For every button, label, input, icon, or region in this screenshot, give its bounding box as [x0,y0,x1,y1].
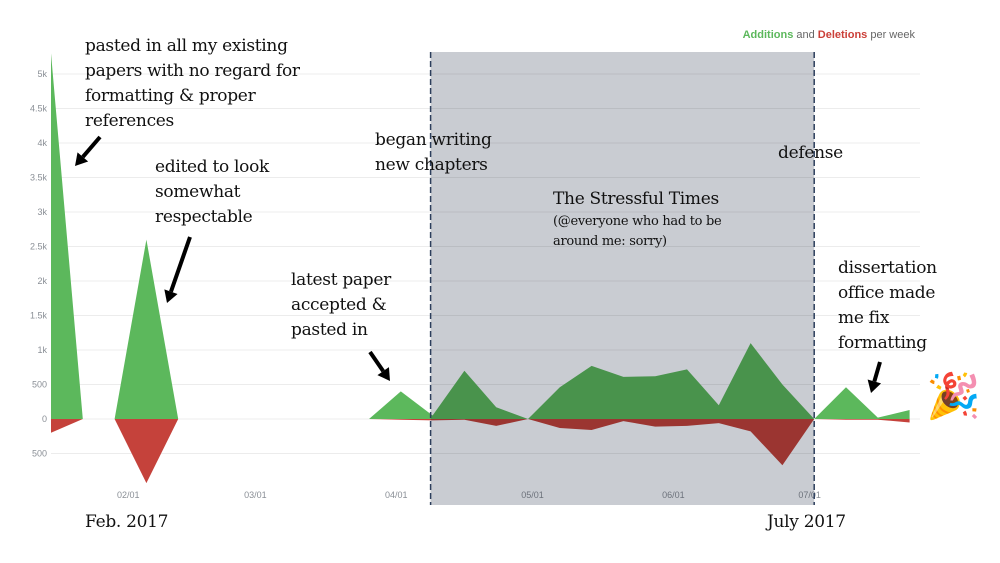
x-tick-label: 04/01 [385,490,408,500]
stressful-times-region [430,52,815,505]
annotation-stressful-title: The Stressful Times [553,189,719,209]
y-tick-label: 500 [32,380,47,390]
x-tick-label: 03/01 [244,490,267,500]
annotation-latest-paper: latest paper accepted & pasted in [291,270,391,340]
party-popper-icon: 🎉 [926,371,981,422]
label-feb-2017: Feb. 2017 [85,512,169,532]
annotation-began-writing: began writing new chapters [375,130,492,175]
annotation-pasted: pasted in all my existing papers with no… [85,36,300,131]
annotation-edited: edited to look somewhat respectable [155,157,270,227]
annotation-arrow [368,350,385,373]
y-tick-label: 4.5k [30,104,48,114]
annotation-arrow [81,135,102,159]
label-july-2017: July 2017 [767,512,846,532]
y-tick-label: 3.5k [30,173,48,183]
arrow-head-icon [867,379,882,393]
legend-per-week: per week [867,29,915,41]
chart-legend: Additions and Deletions per week [743,29,915,41]
y-tick-label: 0 [42,414,47,424]
y-tick-label: 5k [37,69,47,79]
deletions-area [51,419,179,484]
legend-deletions: Deletions [817,29,868,41]
y-tick-label: 3k [37,207,47,217]
legend-additions: Additions [742,29,794,41]
annotation-defense: defense [778,143,843,163]
annotation-arrow [872,361,882,383]
y-tick-label: 4k [37,138,47,148]
y-tick-label: 2.5k [30,242,48,252]
annotation-stressful-sub: (@everyone who had to be around me: sorr… [553,214,722,249]
annotation-dissertation: dissertation office made me fix formatti… [838,258,937,353]
y-tick-label: 1.5k [30,311,48,321]
chart-stage: 5k 4.5k 4k 3.5k 3k 2.5k 2k 1.5k 1k 500 0 500 02/01 03… [0,0,1000,563]
legend-and: and [793,29,818,41]
x-tick-label: 02/01 [117,490,140,500]
y-tick-label: 500 [32,449,47,459]
y-tick-label: 1k [37,345,47,355]
annotation-arrow [169,236,192,293]
y-tick-label: 2k [37,276,47,286]
